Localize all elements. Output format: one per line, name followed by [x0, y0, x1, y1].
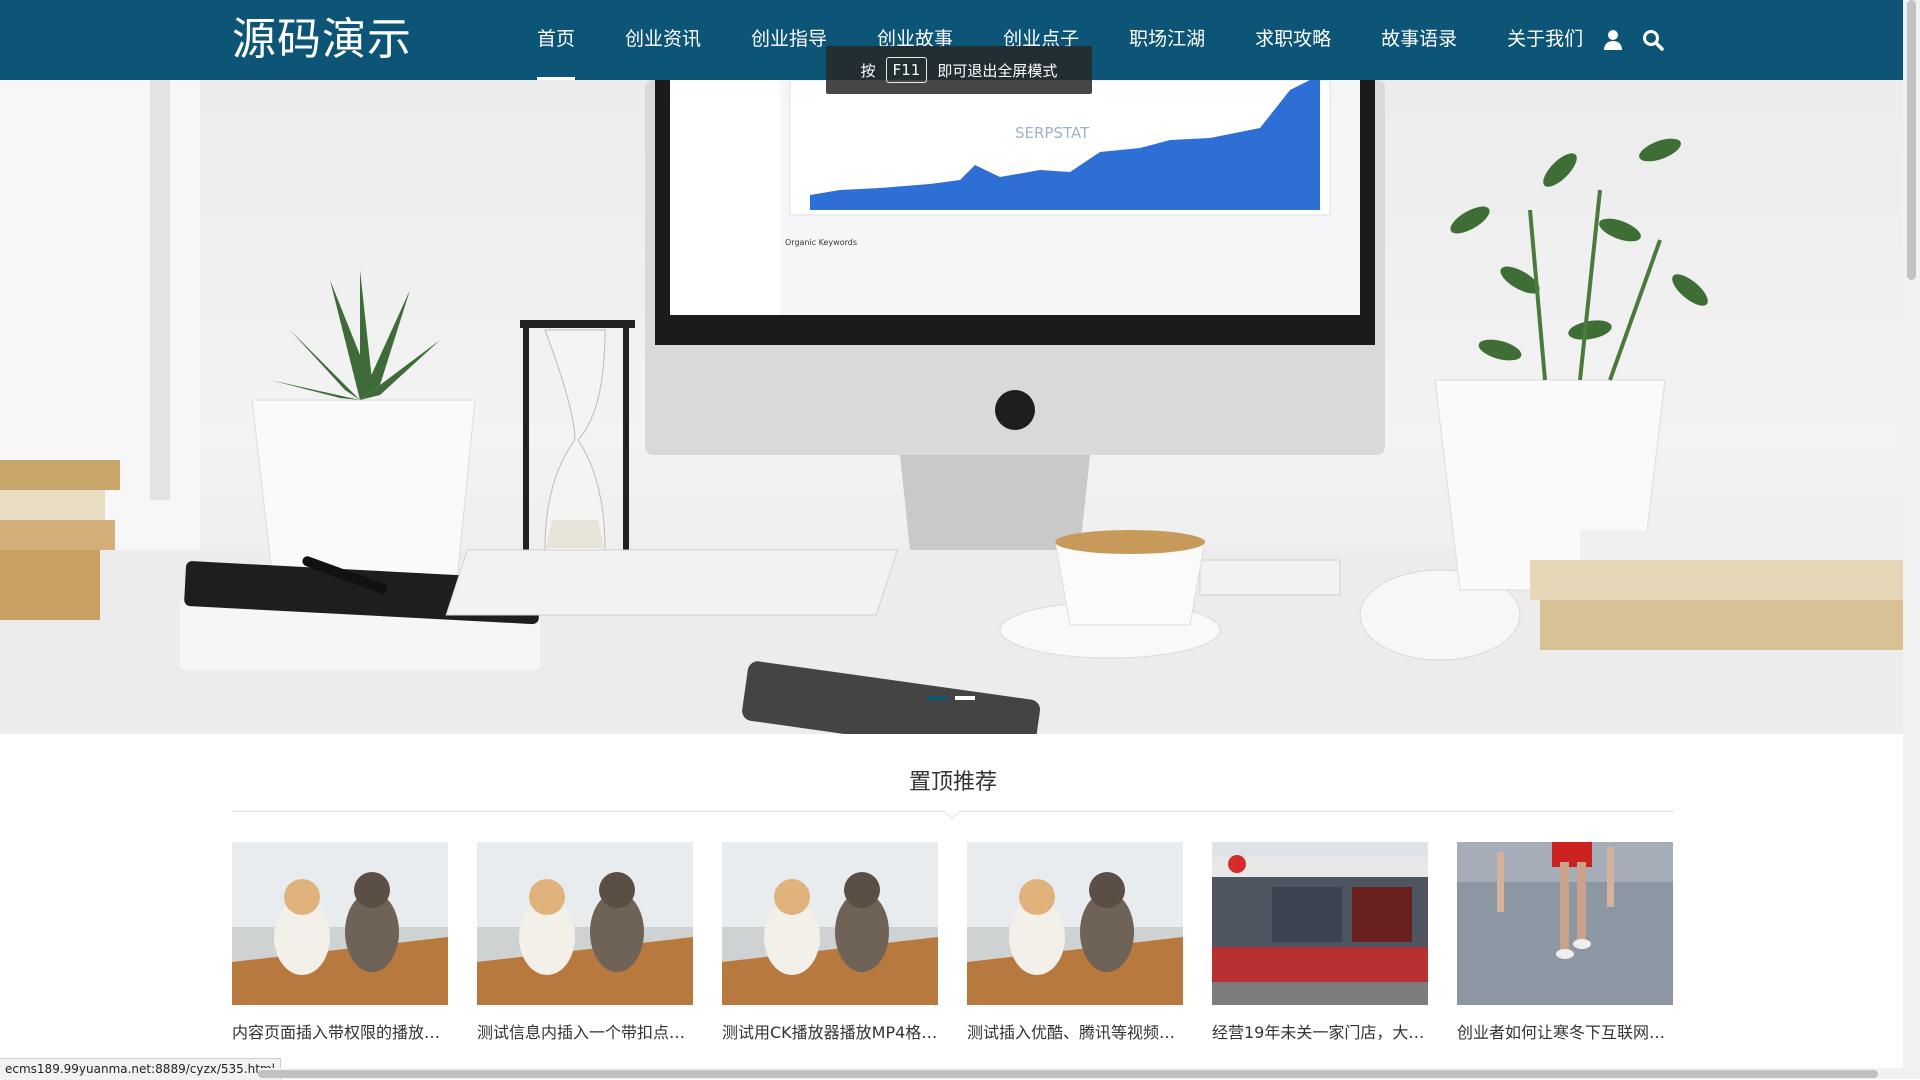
featured-card[interactable]: 测试插入优酷、腾讯等视频… — [967, 842, 1183, 1044]
search-icon[interactable] — [1641, 28, 1665, 52]
featured-cards: 内容页面插入带权限的播放… 测试信息内插入一个带扣点… 测试用CK播放器播放MP… — [232, 842, 1673, 1044]
featured-card[interactable]: 创业者如何让寒冬下互联网… — [1457, 842, 1673, 1044]
toast-key: F11 — [885, 57, 928, 83]
screen-brand: SERPSTAT — [1015, 124, 1090, 142]
nav-item-home[interactable]: 首页 — [537, 0, 576, 80]
card-title[interactable]: 测试用CK播放器播放MP4格… — [722, 1022, 938, 1044]
nav-item-startup-news[interactable]: 创业资讯 — [625, 0, 701, 80]
status-bar-url: ecms189.99yuanma.net:8889/cyzx/535.html — [0, 1058, 281, 1080]
card-thumbnail-cats[interactable] — [967, 842, 1183, 1005]
nav-item-startup-guide[interactable]: 创业指导 — [751, 0, 827, 80]
card-title[interactable]: 测试插入优酷、腾讯等视频… — [967, 1022, 1183, 1044]
card-thumbnail-store[interactable] — [1212, 842, 1428, 1005]
nav-item-about[interactable]: 关于我们 — [1507, 0, 1583, 80]
card-title[interactable]: 内容页面插入带权限的播放… — [232, 1022, 448, 1044]
card-title[interactable]: 测试信息内插入一个带扣点… — [477, 1022, 693, 1044]
section-title: 置顶推荐 — [908, 770, 997, 795]
card-title[interactable]: 创业者如何让寒冬下互联网… — [1457, 1022, 1673, 1044]
featured-card[interactable]: 经营19年未关一家门店，大… — [1212, 842, 1428, 1044]
fullscreen-exit-toast: 按 F11 即可退出全屏模式 — [826, 46, 1092, 94]
card-thumbnail-runners[interactable] — [1457, 842, 1673, 1005]
card-thumbnail-cats[interactable] — [722, 842, 938, 1005]
hero-banner[interactable]: SERPSTAT Organic Keywords — [0, 80, 1903, 734]
card-thumbnail-cats[interactable] — [232, 842, 448, 1005]
site-logo[interactable]: 源码演示 — [232, 14, 412, 66]
slide-indicators — [927, 696, 975, 700]
horizontal-scrollbar[interactable] — [258, 1068, 1903, 1079]
vertical-scrollbar[interactable] — [1903, 0, 1920, 1079]
featured-card[interactable]: 测试信息内插入一个带扣点… — [477, 842, 693, 1044]
card-thumbnail-cats[interactable] — [477, 842, 693, 1005]
nav-item-quotes[interactable]: 故事语录 — [1381, 0, 1457, 80]
screen-caption: Organic Keywords — [785, 238, 857, 247]
vertical-scroll-thumb[interactable] — [1907, 0, 1916, 280]
horizontal-scroll-thumb[interactable] — [258, 1070, 1878, 1078]
toast-prefix: 按 — [860, 61, 876, 80]
featured-card[interactable]: 内容页面插入带权限的播放… — [232, 842, 448, 1044]
slide-dot-1[interactable] — [927, 696, 947, 700]
featured-card[interactable]: 测试用CK播放器播放MP4格… — [722, 842, 938, 1044]
card-title[interactable]: 经营19年未关一家门店，大… — [1212, 1022, 1428, 1044]
slide-dot-2[interactable] — [955, 696, 975, 700]
section-divider-arrow — [943, 802, 961, 820]
nav-item-workplace[interactable]: 职场江湖 — [1129, 0, 1205, 80]
banner-image: SERPSTAT Organic Keywords — [0, 80, 1903, 734]
user-icon[interactable] — [1601, 28, 1625, 52]
nav-item-job-tips[interactable]: 求职攻略 — [1255, 0, 1331, 80]
toast-suffix: 即可退出全屏模式 — [937, 61, 1058, 80]
